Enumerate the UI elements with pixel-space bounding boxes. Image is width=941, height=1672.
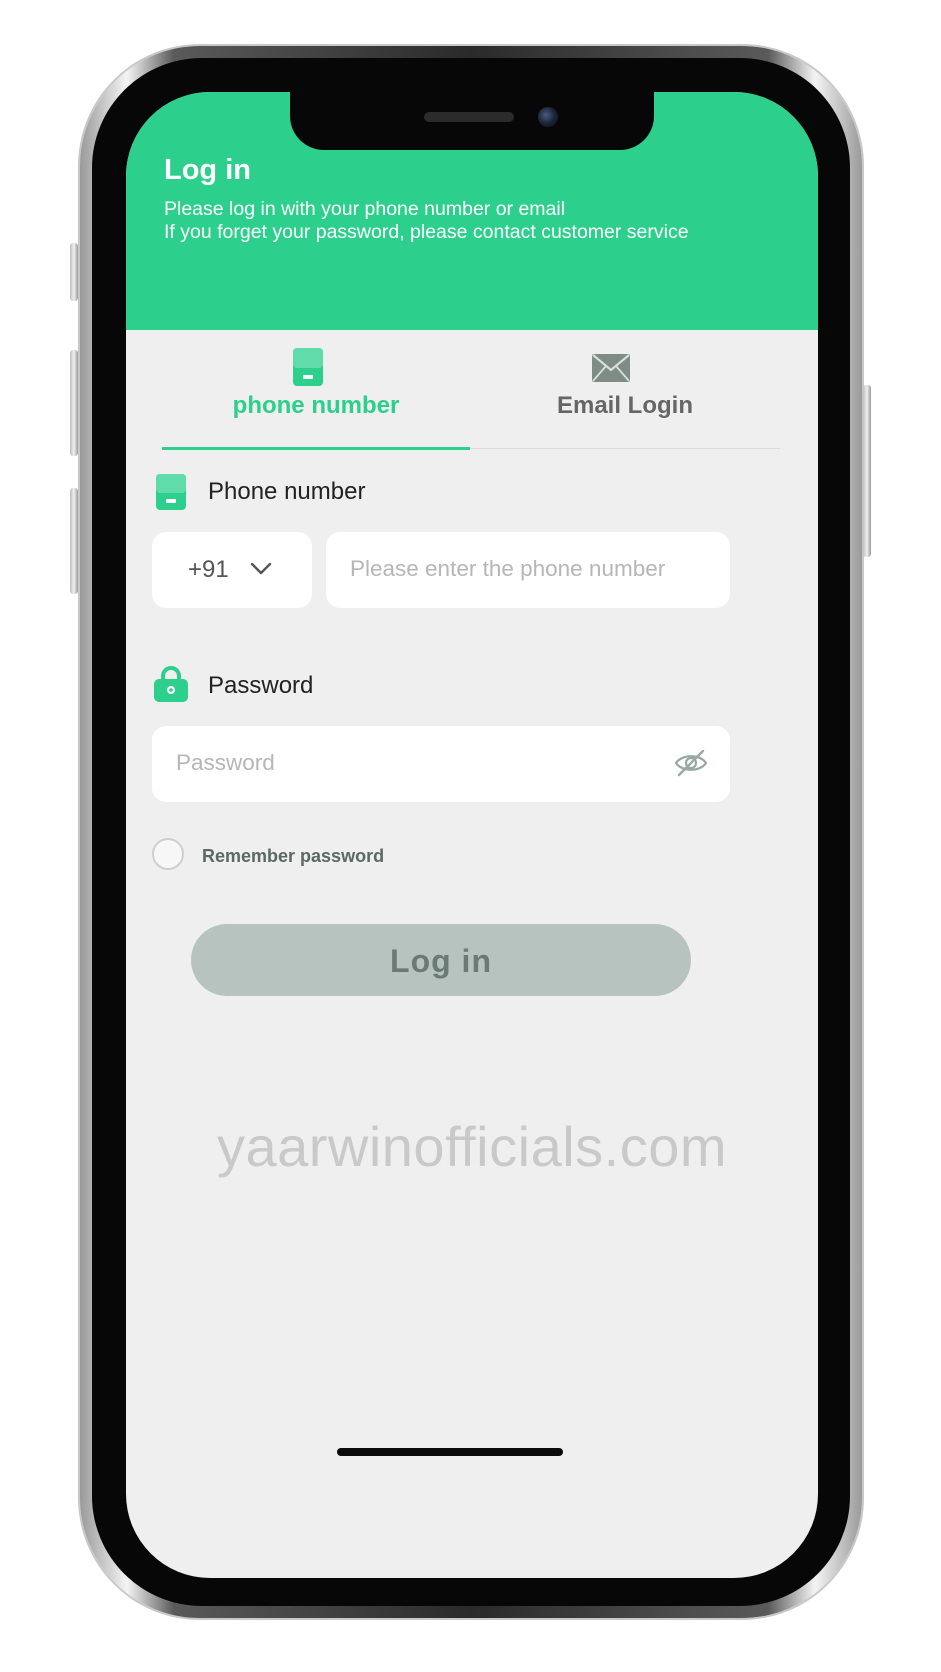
login-button[interactable]: Log in	[191, 924, 691, 996]
tab-phone-number-label: phone number	[232, 392, 400, 419]
envelope-icon	[592, 354, 630, 382]
tab-phone-number[interactable]: phone number	[162, 330, 470, 450]
password-placeholder: Password	[176, 750, 275, 775]
password-input[interactable]: Password	[152, 726, 730, 802]
front-camera	[538, 107, 558, 127]
country-code-select[interactable]: +91	[152, 532, 312, 608]
speaker-grille	[424, 112, 514, 122]
header-subtitle-line-1: Please log in with your phone number or …	[164, 198, 566, 220]
active-tab-indicator	[162, 447, 470, 450]
page-title: Log in	[164, 154, 251, 186]
phone-icon	[293, 348, 323, 386]
watermark-text: yaarwinofficials.com	[216, 1115, 728, 1178]
remember-password-label: Remember password	[202, 846, 385, 866]
volume-down-button	[70, 488, 78, 594]
login-method-tabs: phone number Email Login	[162, 330, 780, 450]
chevron-down-icon	[250, 562, 272, 575]
phone-icon	[156, 474, 186, 510]
tab-email-login[interactable]: Email Login	[470, 330, 780, 448]
phone-number-input[interactable]: Please enter the phone number	[326, 532, 730, 608]
eye-slash-icon[interactable]	[674, 748, 708, 778]
phone-number-placeholder: Please enter the phone number	[350, 556, 666, 581]
tab-email-login-label: Email Login	[556, 392, 693, 419]
country-code-value: +91	[188, 556, 229, 583]
password-label: Password	[208, 672, 314, 699]
stage: Log in Please log in with your phone num…	[0, 0, 941, 1672]
mute-switch	[70, 243, 78, 301]
header-subtitle-line-2: If you forget your password, please cont…	[164, 221, 689, 243]
home-indicator	[337, 1448, 563, 1456]
phone-number-label: Phone number	[208, 478, 366, 505]
power-button	[863, 385, 871, 557]
phone-screen: Log in Please log in with your phone num…	[126, 92, 818, 1578]
remember-password-radio[interactable]	[152, 838, 184, 870]
volume-up-button	[70, 350, 78, 456]
notch	[290, 92, 654, 150]
lock-icon	[154, 666, 188, 702]
